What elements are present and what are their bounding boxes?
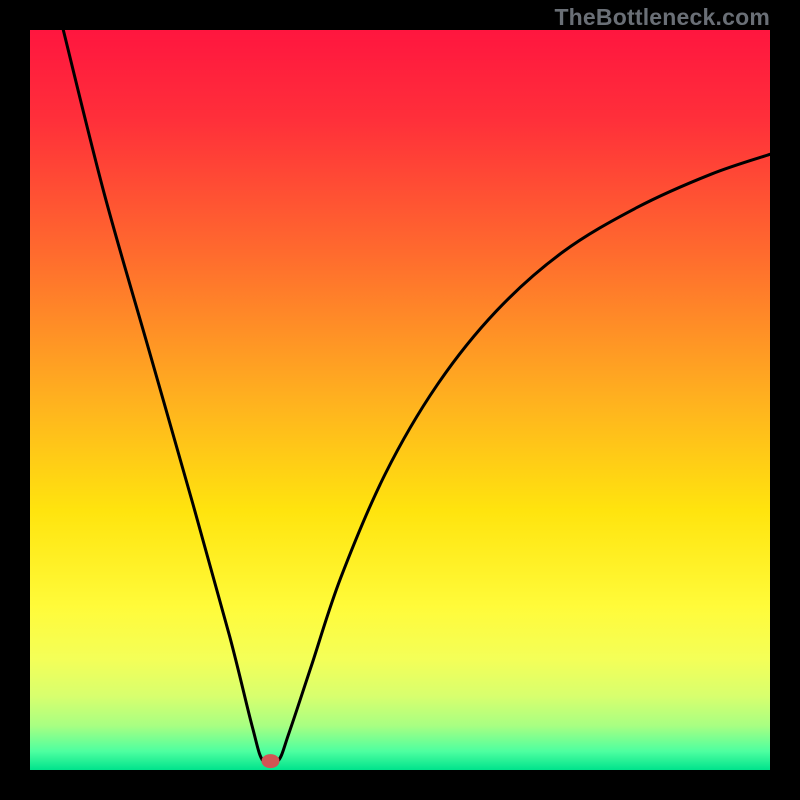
optimal-point-marker: [262, 754, 280, 768]
chart-frame: TheBottleneck.com: [0, 0, 800, 800]
watermark-text: TheBottleneck.com: [554, 4, 770, 31]
gradient-background: [30, 30, 770, 770]
plot-area: [30, 30, 770, 770]
bottleneck-chart: [30, 30, 770, 770]
